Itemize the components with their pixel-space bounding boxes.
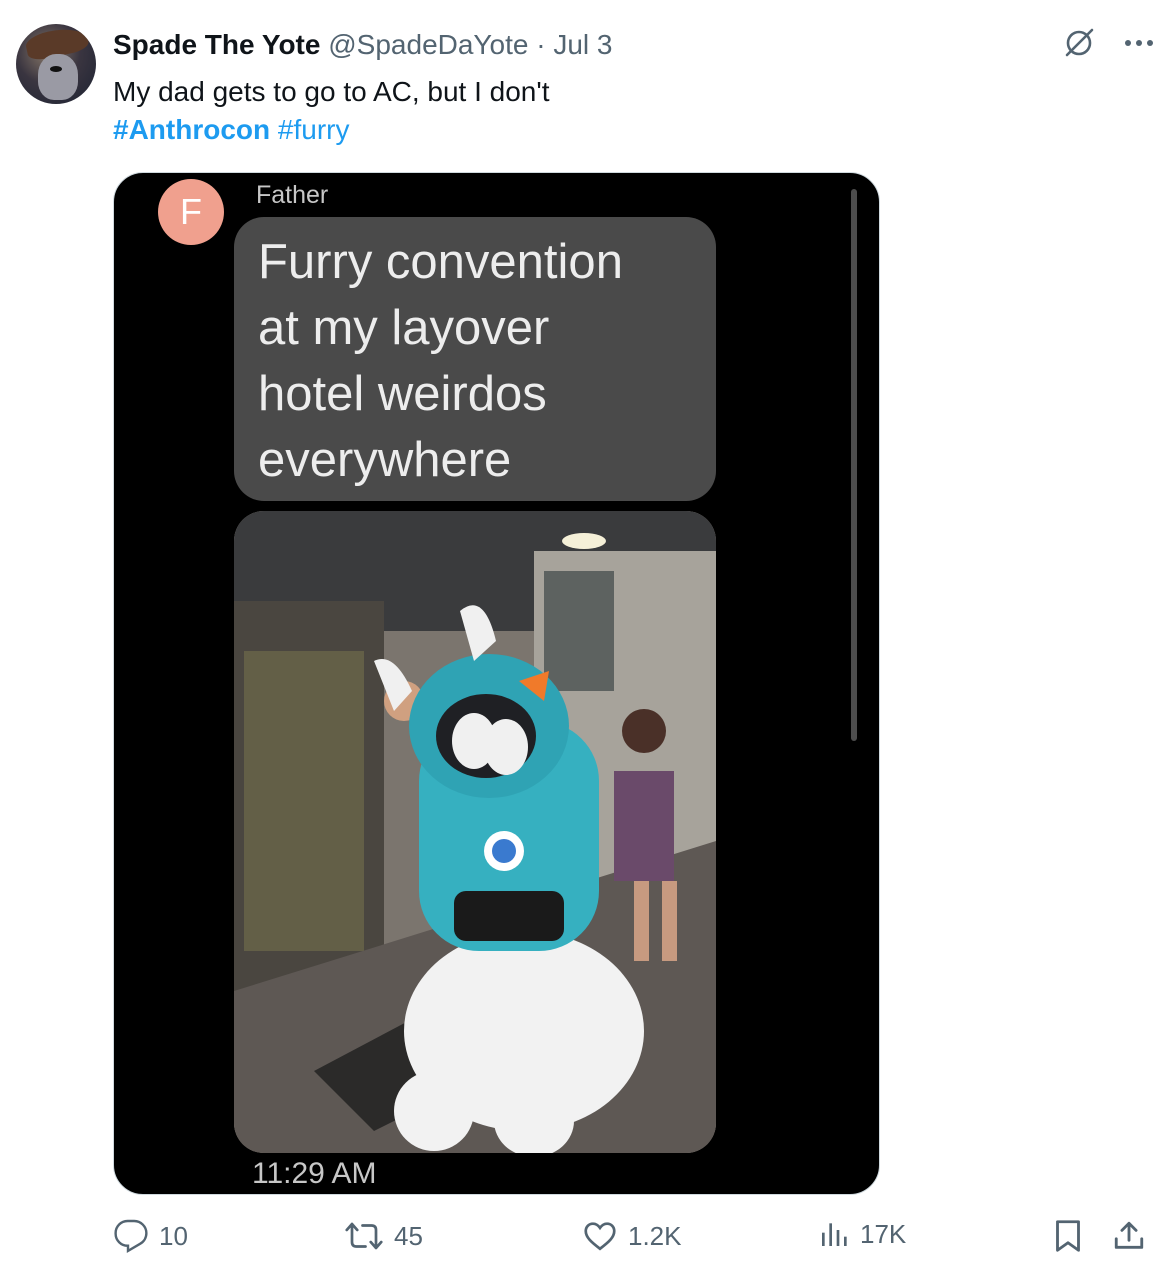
contact-avatar: F (158, 179, 224, 245)
bookmark-icon (1052, 1218, 1084, 1254)
tweet-actions-bar: 10 45 1.2K 17K (0, 1218, 1170, 1268)
views-button[interactable]: 17K (818, 1218, 906, 1250)
bookmark-button[interactable] (1052, 1218, 1084, 1254)
tweet-text: My dad gets to go to AC, but I don't (113, 76, 550, 107)
repost-icon (344, 1218, 384, 1254)
tweet-media-image[interactable]: F Father Furry convention at my layover … (113, 172, 880, 1195)
views-chart-icon (818, 1218, 850, 1250)
hashtag-furry[interactable]: #furry (278, 114, 350, 145)
share-icon (1112, 1218, 1146, 1254)
screenshot-scrollbar (851, 189, 857, 741)
more-options-icon[interactable] (1124, 38, 1154, 48)
author-name[interactable]: Spade The Yote (113, 29, 320, 60)
grok-icon[interactable] (1062, 26, 1096, 60)
like-button[interactable]: 1.2K (582, 1218, 682, 1254)
heart-icon (582, 1218, 618, 1254)
attached-photo (234, 511, 716, 1153)
hashtag-anthrocon[interactable]: #Anthrocon (113, 114, 270, 145)
author-avatar[interactable] (16, 24, 96, 104)
avatar-eye (50, 66, 62, 72)
avatar-face (38, 54, 78, 100)
repost-button[interactable]: 45 (344, 1218, 423, 1254)
fursuit-photo-illustration (234, 511, 716, 1153)
reply-button[interactable]: 10 (113, 1218, 188, 1254)
tweet-top-actions (1062, 26, 1154, 60)
reply-icon (113, 1218, 149, 1254)
sender-name: Father (256, 181, 329, 209)
author-handle[interactable]: @SpadeDaYote (328, 29, 528, 60)
like-count: 1.2K (628, 1220, 682, 1251)
reply-count: 10 (159, 1220, 188, 1251)
message-text: Furry convention at my layover hotel wei… (258, 235, 623, 487)
tweet-date[interactable]: Jul 3 (553, 29, 612, 60)
share-button[interactable] (1112, 1218, 1146, 1254)
separator-dot: · (536, 29, 546, 60)
tweet-hashtags: #Anthrocon #furry (113, 112, 349, 148)
tweet-header: Spade The Yote @SpadeDaYote · Jul 3 (113, 28, 613, 62)
repost-count: 45 (394, 1220, 423, 1251)
message-time: 11:29 AM (252, 1157, 377, 1190)
views-count: 17K (860, 1218, 907, 1249)
message-bubble: Furry convention at my layover hotel wei… (234, 217, 716, 501)
